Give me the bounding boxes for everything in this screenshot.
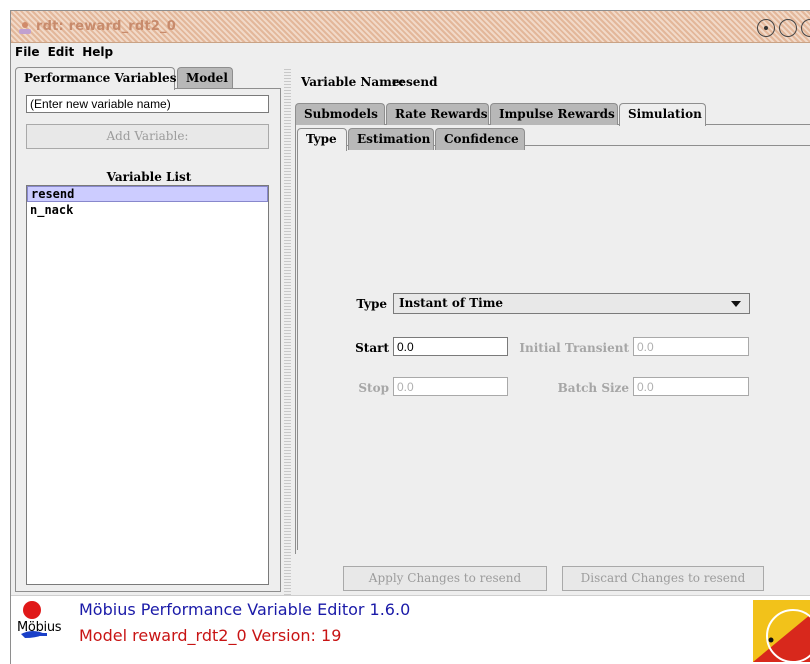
- title-bar[interactable]: rdt: reward_rdt2_0: [11, 11, 810, 43]
- mobius-logo-text: Möbius: [17, 620, 62, 635]
- stop-label: Stop: [358, 381, 389, 395]
- menu-help[interactable]: Help: [78, 43, 117, 59]
- tab-model[interactable]: Model: [177, 67, 233, 89]
- menu-file[interactable]: File: [11, 43, 44, 59]
- tab-performance-variables[interactable]: Performance Variables: [15, 67, 176, 90]
- type-select[interactable]: Instant of Time: [393, 293, 750, 314]
- app-window: rdt: reward_rdt2_0 File Edit Help Performa…: [10, 10, 810, 664]
- app-icon: [19, 22, 31, 34]
- perform-logo-icon: [753, 600, 810, 662]
- chevron-down-icon: [731, 301, 741, 307]
- variable-list-title: Variable List: [106, 170, 192, 184]
- new-variable-name-input[interactable]: [26, 95, 269, 113]
- stop-input[interactable]: [393, 377, 508, 396]
- variable-list-item-n-nack[interactable]: n_nack: [27, 202, 268, 218]
- model-version-text: Model reward_rdt2_0 Version: 19: [79, 626, 341, 645]
- tab-impulse-rewards[interactable]: Impulse Rewards: [490, 103, 618, 125]
- initial-transient-input[interactable]: [633, 337, 749, 356]
- tab-submodels[interactable]: Submodels: [295, 103, 385, 125]
- batch-size-input[interactable]: [633, 377, 749, 396]
- close-button[interactable]: [801, 19, 810, 37]
- variable-name-label: Variable Name:: [301, 75, 404, 89]
- split-pane-divider[interactable]: [284, 67, 291, 595]
- tab-simulation[interactable]: Simulation: [619, 103, 706, 126]
- discard-changes-button[interactable]: Discard Changes to resend: [562, 566, 764, 591]
- add-variable-button[interactable]: Add Variable:: [26, 124, 269, 149]
- variable-name-value: resend: [392, 75, 438, 89]
- tab-confidence[interactable]: Confidence: [435, 128, 525, 150]
- variable-list-item-resend[interactable]: resend: [27, 186, 268, 202]
- tab-estimation[interactable]: Estimation: [348, 128, 434, 150]
- model-name-text: Model reward_rdt2_0 Version:: [79, 626, 316, 645]
- type-select-value: Instant of Time: [399, 296, 504, 310]
- apply-changes-button[interactable]: Apply Changes to resend: [343, 566, 547, 591]
- initial-transient-label: Initial Transient: [519, 341, 629, 355]
- type-label: Type: [356, 297, 387, 311]
- start-label: Start: [355, 341, 389, 355]
- tab-rate-rewards[interactable]: Rate Rewards: [386, 103, 489, 125]
- window-title: rdt: reward_rdt2_0: [36, 19, 177, 34]
- menu-bar: File Edit Help: [11, 43, 810, 61]
- editor-version-text: Möbius Performance Variable Editor 1.6.0: [79, 600, 411, 619]
- model-version-number: 19: [321, 626, 342, 645]
- status-footer: Möbius Möbius Performance Variable Edito…: [11, 595, 810, 664]
- batch-size-label: Batch Size: [557, 381, 629, 395]
- variable-list[interactable]: resend n_nack: [26, 185, 269, 585]
- tab-type[interactable]: Type: [297, 128, 347, 151]
- minimize-button[interactable]: [757, 19, 775, 37]
- maximize-button[interactable]: [779, 19, 797, 37]
- performance-variables-panel: Add Variable: Variable List resend n_nac…: [15, 88, 281, 592]
- menu-edit[interactable]: Edit: [44, 43, 79, 59]
- start-input[interactable]: [393, 337, 508, 356]
